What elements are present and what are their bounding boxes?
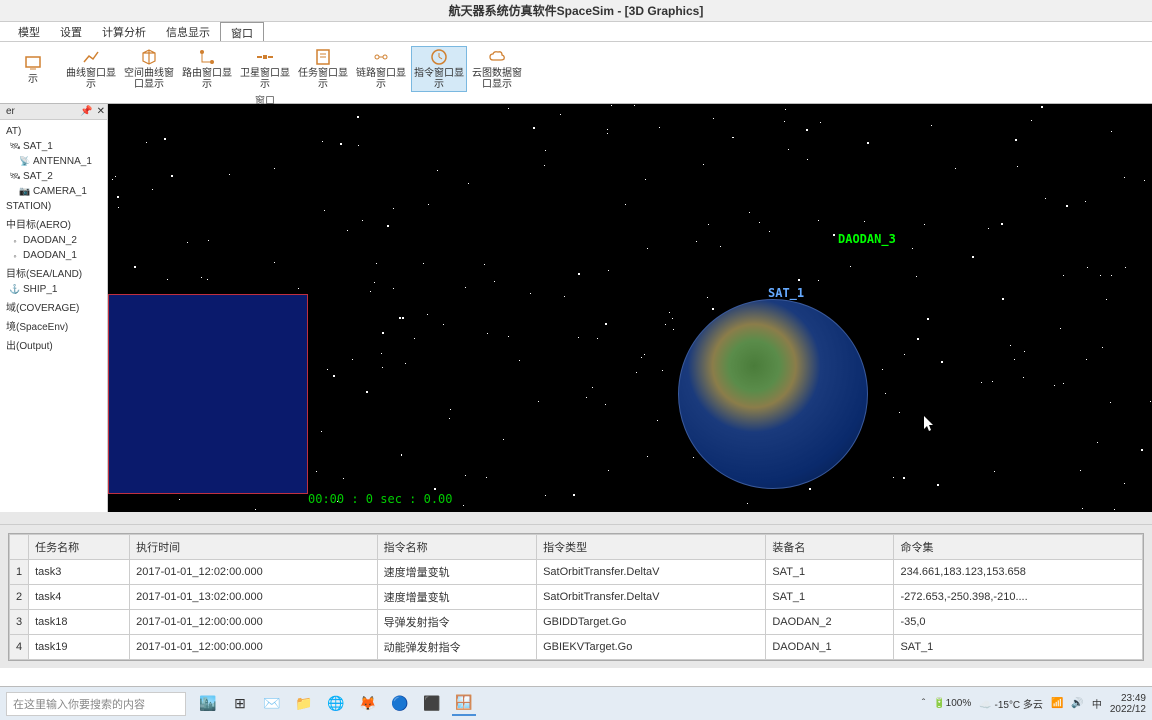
- col-header[interactable]: 装备名: [766, 535, 894, 560]
- earth-globe: [678, 299, 868, 489]
- task-icon: [314, 48, 332, 66]
- clock-icon: [430, 48, 448, 66]
- ime-icon[interactable]: 中: [1092, 696, 1102, 711]
- menu-bar: 模型设置计算分析信息显示窗口: [0, 22, 1152, 42]
- tree-item[interactable]: 境(SpaceEnv): [2, 316, 105, 335]
- edge-icon[interactable]: 🌐: [324, 692, 348, 716]
- col-header[interactable]: 任务名称: [29, 535, 130, 560]
- sat-icon: [256, 48, 274, 66]
- tree-item[interactable]: STATION): [2, 199, 105, 214]
- menu-信息显示[interactable]: 信息显示: [156, 22, 220, 41]
- close-panel-icon[interactable]: ✕: [97, 106, 105, 117]
- table-row[interactable]: 2task42017-01-01_13:02:00.000速度增量变轨SatOr…: [10, 585, 1143, 610]
- title-bar: 航天器系统仿真软件SpaceSim - [3D Graphics]: [0, 0, 1152, 22]
- tree-item[interactable]: 目标(SEA/LAND): [2, 263, 105, 282]
- object-label: SAT_1: [768, 286, 804, 300]
- chart-icon: [82, 48, 100, 66]
- table-row[interactable]: 4task192017-01-01_12:00:00.000动能弹发射指令GBI…: [10, 635, 1143, 660]
- menu-计算分析[interactable]: 计算分析: [92, 22, 156, 41]
- col-header[interactable]: 命令集: [894, 535, 1143, 560]
- col-header[interactable]: 指令类型: [537, 535, 766, 560]
- object-label: DAODAN_3: [838, 232, 896, 246]
- firefox-icon[interactable]: 🦊: [356, 692, 380, 716]
- tree-item[interactable]: 域(COVERAGE): [2, 297, 105, 316]
- tree-item[interactable]: ◦DAODAN_1: [2, 248, 105, 263]
- windows-taskbar: 在这里输入你要搜索的内容 🏙️ ⊞ ✉️ 📁 🌐 🦊 🔵 ⬛ 🪟 ˆ 🔋100%…: [0, 686, 1152, 720]
- col-header[interactable]: 指令名称: [377, 535, 537, 560]
- ribbon-route-button[interactable]: 路由窗口显示: [179, 46, 235, 92]
- app-icon[interactable]: ⬛: [420, 692, 444, 716]
- weather-tray[interactable]: ☁️ -15°C 多云: [979, 696, 1043, 711]
- cursor-icon: [924, 416, 936, 432]
- cam-icon: 📷: [20, 187, 30, 197]
- sat-icon: 🛰: [10, 142, 20, 152]
- ribbon-clock-button[interactable]: 指令窗口显示: [411, 46, 467, 92]
- task-view-icon[interactable]: ⊞: [228, 692, 252, 716]
- taskbar-clock[interactable]: 23:49 2022/12: [1110, 693, 1146, 715]
- scene-tree: AT)🛰SAT_1📡ANTENNA_1🛰SAT_2📷CAMERA_1STATIO…: [0, 120, 107, 358]
- inset-panel: [108, 294, 308, 494]
- weather-widget-icon[interactable]: 🏙️: [196, 692, 220, 716]
- tree-item[interactable]: 中目标(AERO): [2, 214, 105, 233]
- menu-模型[interactable]: 模型: [8, 22, 50, 41]
- cloud-icon: [488, 48, 506, 66]
- col-header[interactable]: 执行时间: [130, 535, 377, 560]
- table-row[interactable]: 1task32017-01-01_12:02:00.000速度增量变轨SatOr…: [10, 560, 1143, 585]
- tree-item[interactable]: 🛰SAT_2: [2, 169, 105, 184]
- table-row[interactable]: 3task182017-01-01_12:00:00.000导弹发射指令GBID…: [10, 610, 1143, 635]
- command-table[interactable]: 任务名称执行时间指令名称指令类型装备名命令集 1task32017-01-01_…: [9, 534, 1143, 660]
- tray-up-icon[interactable]: ˆ: [922, 698, 925, 709]
- route-icon: [198, 48, 216, 66]
- row-header: [10, 535, 29, 560]
- network-icon[interactable]: 📶: [1051, 698, 1063, 709]
- sat-icon: 🛰: [10, 172, 20, 182]
- ribbon-chart-button[interactable]: 曲线窗口显示: [63, 46, 119, 92]
- tgt-icon: ◦: [10, 251, 20, 261]
- ribbon-link-button[interactable]: 链路窗口显示: [353, 46, 409, 92]
- side-panel: er 📌 ✕ AT)🛰SAT_1📡ANTENNA_1🛰SAT_2📷CAMERA_…: [0, 104, 108, 512]
- taskbar-search[interactable]: 在这里输入你要搜索的内容: [6, 692, 186, 716]
- ribbon-cloud-button[interactable]: 云图数据窗口显示: [469, 46, 525, 92]
- ribbon-sat-button[interactable]: 卫星窗口显示: [237, 46, 293, 92]
- tree-item[interactable]: 📡ANTENNA_1: [2, 154, 105, 169]
- ribbon-task-button[interactable]: 任务窗口显示: [295, 46, 351, 92]
- ribbon-screen-button[interactable]: 示: [5, 46, 61, 92]
- ribbon-toolbar: 示曲线窗口显示空间曲线窗口显示路由窗口显示卫星窗口显示任务窗口显示链路窗口显示指…: [0, 42, 1152, 104]
- tree-item[interactable]: 🛰SAT_1: [2, 139, 105, 154]
- tree-item[interactable]: ◦DAODAN_2: [2, 233, 105, 248]
- tree-item[interactable]: AT): [2, 124, 105, 139]
- battery-icon[interactable]: 🔋100%: [933, 698, 971, 709]
- tree-item[interactable]: 📷CAMERA_1: [2, 184, 105, 199]
- tree-item[interactable]: 出(Output): [2, 335, 105, 354]
- cube-icon: [140, 48, 158, 66]
- ribbon-cube-button[interactable]: 空间曲线窗口显示: [121, 46, 177, 92]
- tree-item[interactable]: ⚓SHIP_1: [2, 282, 105, 297]
- screen-icon: [24, 54, 42, 72]
- task-table-panel: 任务名称执行时间指令名称指令类型装备名命令集 1task32017-01-01_…: [0, 524, 1152, 668]
- link-icon: [372, 48, 390, 66]
- ant-icon: 📡: [20, 157, 30, 167]
- explorer-icon[interactable]: 📁: [292, 692, 316, 716]
- tgt-icon: ◦: [10, 236, 20, 246]
- menu-窗口[interactable]: 窗口: [220, 22, 264, 41]
- timecode-display: 00:00 : 0 sec : 0.00: [308, 492, 453, 506]
- pin-icon[interactable]: 📌: [80, 106, 92, 117]
- panel-header: er 📌 ✕: [0, 104, 107, 120]
- ship-icon: ⚓: [10, 285, 20, 295]
- 3d-viewport[interactable]: DAODAN_3 SAT_1 00:00 : 0 sec : 0.00: [108, 104, 1152, 512]
- edge2-icon[interactable]: 🔵: [388, 692, 412, 716]
- menu-设置[interactable]: 设置: [50, 22, 92, 41]
- sound-icon[interactable]: 🔊: [1071, 698, 1083, 709]
- mail-icon[interactable]: ✉️: [260, 692, 284, 716]
- spacesim-taskbar-icon[interactable]: 🪟: [452, 692, 476, 716]
